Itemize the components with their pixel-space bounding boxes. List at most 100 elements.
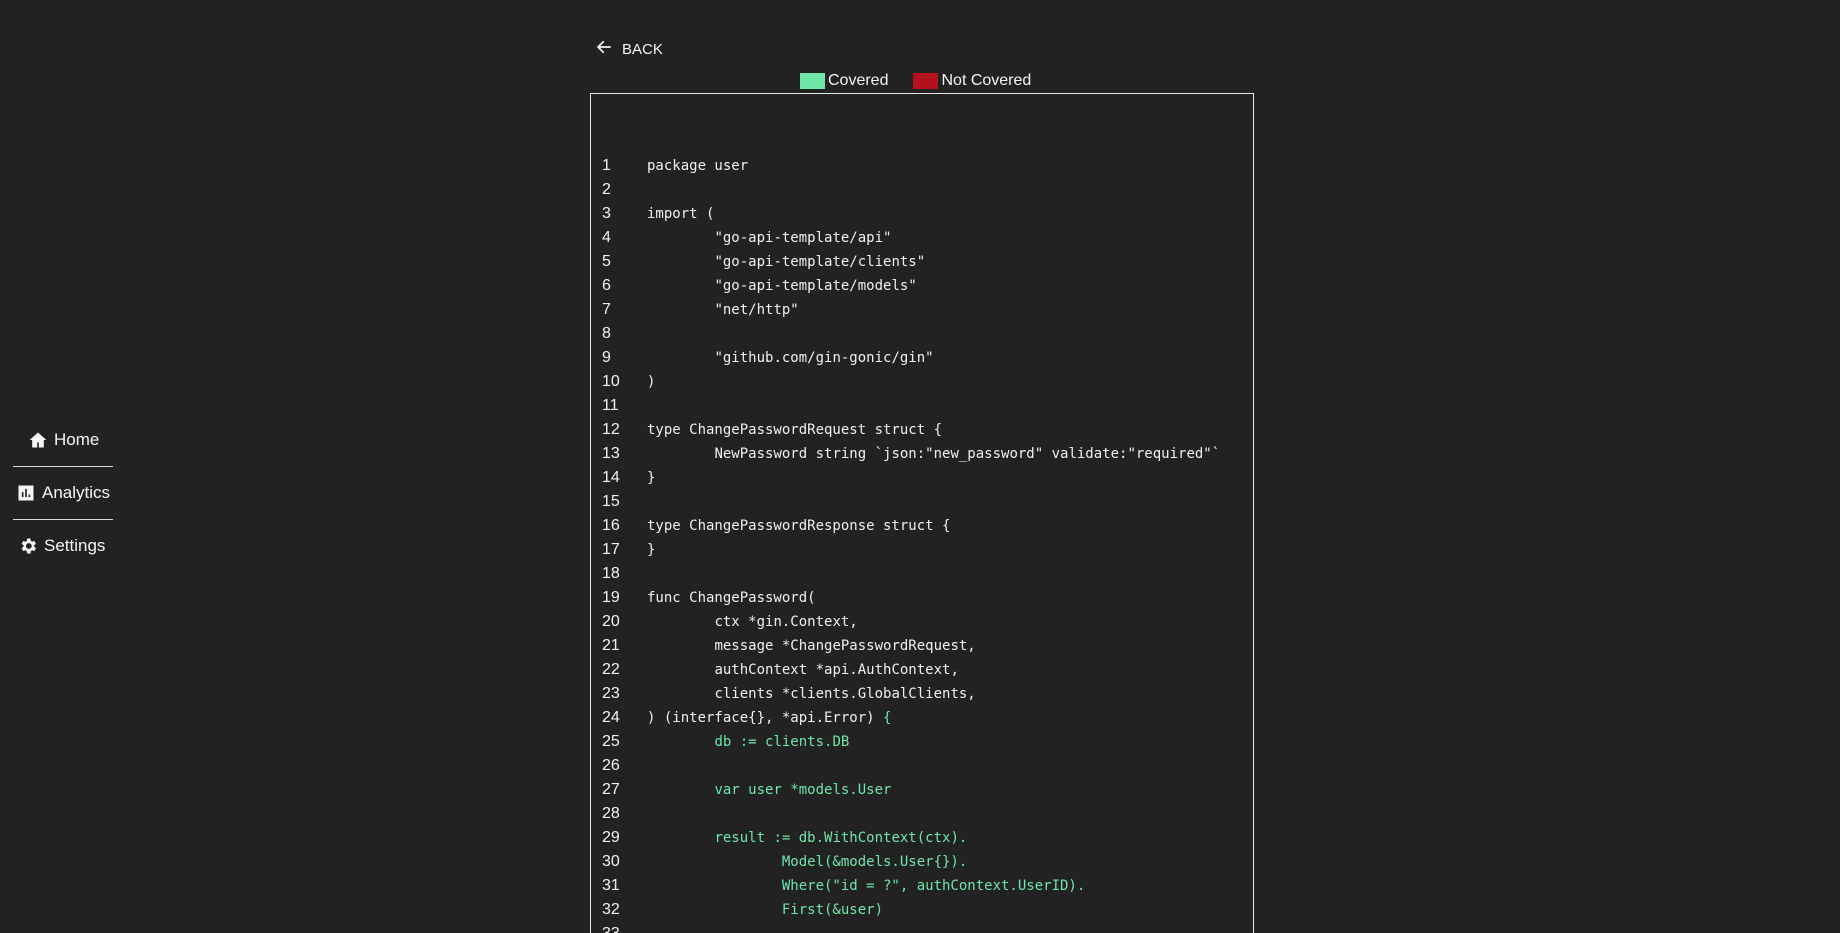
code-line: 18 (591, 562, 1253, 586)
line-number: 18 (602, 565, 620, 582)
line-code: result := db.WithContext(ctx). (647, 830, 968, 846)
line-number: 30 (602, 853, 620, 870)
line-number: 1 (602, 157, 611, 174)
back-label: BACK (622, 40, 663, 58)
coverage-legend: Covered Not Covered (800, 72, 1031, 90)
legend-item-not-covered: Not Covered (913, 72, 1031, 90)
legend-label-covered: Covered (828, 72, 889, 89)
line-code: "go-api-template/models" (647, 278, 917, 294)
line-code: ) (interface{}, *api.Error) { (647, 710, 891, 726)
line-number: 32 (602, 901, 620, 918)
chart-icon (15, 482, 37, 504)
line-number: 27 (602, 781, 620, 798)
code-line: 31 Where("id = ?", authContext.UserID). (591, 874, 1253, 898)
code-line: 20 ctx *gin.Context, (591, 610, 1253, 634)
line-number: 12 (602, 421, 620, 438)
code-line: 11 (591, 394, 1253, 418)
code-lines: 1 package user 2 3 import (4 "go-api-templat… (591, 154, 1253, 933)
coverage-page: Home Analytics Settings BACK Covered Not… (0, 0, 1840, 933)
line-code: db := clients.DB (647, 734, 850, 750)
home-icon (27, 429, 49, 451)
code-line: 9 "github.com/gin-gonic/gin" (591, 346, 1253, 370)
line-number: 26 (602, 757, 620, 774)
code-line: 13 NewPassword string `json:"new_passwor… (591, 442, 1253, 466)
line-number: 33 (591, 925, 647, 933)
code-line: 2 (591, 178, 1253, 202)
line-number: 25 (602, 733, 620, 750)
arrow-left-icon (595, 38, 613, 60)
line-number: 5 (602, 253, 611, 270)
code-line: 29 result := db.WithContext(ctx). (591, 826, 1253, 850)
line-number: 21 (602, 637, 620, 654)
line-number: 23 (602, 685, 620, 702)
code-line: 10) (591, 370, 1253, 394)
code-line: 28 (591, 802, 1253, 826)
code-line: 4 "go-api-template/api" (591, 226, 1253, 250)
code-line: 1 package user (591, 154, 1253, 178)
gear-icon (17, 535, 39, 557)
line-code: "go-api-template/api" (647, 230, 892, 246)
line-number: 7 (602, 301, 611, 318)
legend-item-covered: Covered (800, 72, 888, 90)
line-code: NewPassword string `json:"new_password" … (647, 446, 1221, 462)
code-line: 12 type ChangePasswordRequest struct { (591, 418, 1253, 442)
not-covered-swatch (913, 73, 939, 89)
code-line: 6 "go-api-template/models" (591, 274, 1253, 298)
line-number: 19 (602, 589, 620, 606)
line-code: "net/http" (647, 302, 799, 318)
line-number: 15 (602, 493, 620, 510)
code-viewer[interactable]: 1 package user 2 3 import (4 "go-api-templat… (590, 93, 1254, 933)
code-line: 5 "go-api-template/clients" (591, 250, 1253, 274)
code-line: 24) (interface{}, *api.Error) { (591, 706, 1253, 730)
code-line: 25 db := clients.DB (591, 730, 1253, 754)
code-line: 21 message *ChangePasswordRequest, (591, 634, 1253, 658)
code-line: 15 (591, 490, 1253, 514)
line-code: type ChangePasswordRequest struct { (647, 422, 943, 438)
line-code: package user (647, 158, 749, 174)
code-segment: ) (interface{}, *api.Error) (647, 710, 884, 726)
line-number: 2 (602, 181, 611, 198)
line-number: 16 (602, 517, 620, 534)
sidebar-item-settings[interactable]: Settings (13, 520, 113, 572)
line-code: First(&user) (647, 902, 884, 918)
line-code: import ( (647, 206, 715, 222)
sidebar-item-label: Home (54, 430, 100, 449)
line-number: 13 (602, 445, 620, 462)
code-line: 26 (591, 754, 1253, 778)
sidebar-item-analytics[interactable]: Analytics (13, 467, 113, 519)
line-code: ctx *gin.Context, (647, 614, 858, 630)
covered-swatch (800, 73, 825, 89)
line-number: 22 (602, 661, 620, 678)
line-code: authContext *api.AuthContext, (647, 662, 959, 678)
code-line: 8 (591, 322, 1253, 346)
legend-label-not-covered: Not Covered (941, 72, 1032, 89)
code-line: 23 clients *clients.GlobalClients, (591, 682, 1253, 706)
line-number: 6 (602, 277, 611, 294)
line-number: 29 (602, 829, 620, 846)
sidebar: Home Analytics Settings (13, 414, 113, 572)
line-code: Where("id = ?", authContext.UserID). (647, 878, 1086, 894)
line-number: 10 (602, 373, 620, 390)
line-code: } (647, 470, 656, 486)
line-number: 3 (602, 205, 611, 222)
sidebar-item-home[interactable]: Home (13, 414, 113, 466)
line-number: 11 (602, 397, 619, 414)
line-code: var user *models.User (647, 782, 892, 798)
code-line: 16 type ChangePasswordResponse struct { (591, 514, 1253, 538)
line-code: } (647, 542, 656, 558)
sidebar-item-label: Settings (44, 536, 106, 555)
code-line: 32 First(&user) (591, 898, 1253, 922)
line-number: 20 (602, 613, 620, 630)
line-number: 14 (602, 469, 620, 486)
line-code: "github.com/gin-gonic/gin" (647, 350, 934, 366)
line-code: type ChangePasswordResponse struct { (647, 518, 951, 534)
line-code: "go-api-template/clients" (647, 254, 926, 270)
line-code: Model(&models.User{}). (647, 854, 968, 870)
line-code: message *ChangePasswordRequest, (647, 638, 976, 654)
line-number: 9 (602, 349, 611, 366)
code-line: 14} (591, 466, 1253, 490)
line-number: 28 (602, 805, 620, 822)
back-button[interactable]: BACK (595, 38, 663, 60)
line-code: clients *clients.GlobalClients, (647, 686, 976, 702)
sidebar-item-label: Analytics (42, 483, 111, 502)
